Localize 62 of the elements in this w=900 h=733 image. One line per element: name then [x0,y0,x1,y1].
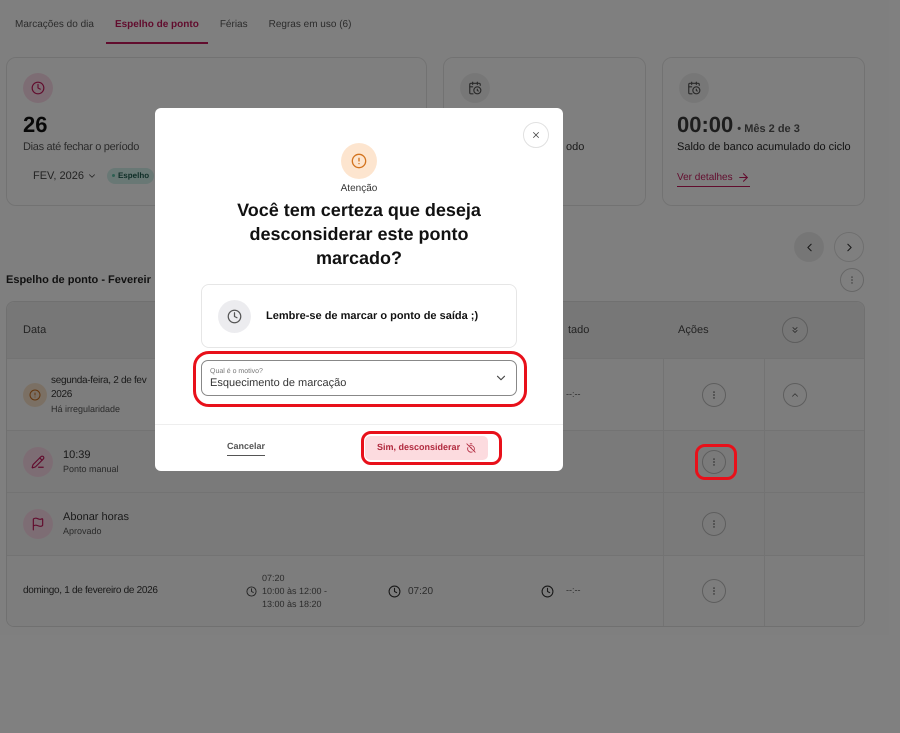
tab[interactable]: Espelho de ponto [106,6,208,44]
calendar-clock-icon [679,73,709,103]
collapse-all-button[interactable] [782,317,808,343]
column-header: Data [23,322,46,338]
column-header: tado [568,322,590,338]
more-button[interactable] [702,579,726,603]
tab[interactable]: Férias [210,6,257,44]
status-text: Há irregularidade [51,402,120,416]
clock-icon [388,584,401,598]
time-mark: 10:00 às 12:00 - [262,584,328,598]
more-button[interactable] [702,382,726,406]
card-value: 00:00 [677,111,734,139]
alert-icon [23,382,47,406]
confirm-button[interactable]: Sim, desconsiderar [365,436,488,460]
cancel-button[interactable]: Cancelar [227,440,266,456]
section-title: Espelho de ponto - Fevereir [6,272,151,288]
alert-label: Atenção [340,182,378,196]
next-button[interactable] [834,232,864,262]
close-icon [531,130,541,140]
details-link[interactable]: Ver detalhes [677,170,750,186]
reminder-text: Lembre-se de marcar o ponto de saída ;) [266,308,478,324]
entry-title: Abonar horas [63,510,130,524]
clock-icon [541,584,554,598]
date-text: 2026 [51,388,72,402]
clock-icon [246,586,257,596]
calendar-clock-icon [460,73,490,103]
card-value: 26 [23,111,48,139]
close-button[interactable] [523,122,549,148]
clock-icon [218,300,251,332]
entry-subtitle: Aprovado [63,525,102,538]
period-dropdown[interactable]: FEV, 2026 [33,168,97,184]
field-value: Esquecimento de marcação [210,376,346,390]
worked-hours: 07:20 [408,584,434,598]
arrow-icon [736,170,750,184]
timer-off-icon [466,443,476,453]
date-text: domingo, 1 de fevereiro de 2026 [23,584,158,598]
result-hours: --:-- [566,584,580,598]
time-mark: 13:00 às 18:20 [262,598,322,610]
column-header: Ações [678,322,709,338]
tab[interactable]: Regras em uso (6) [260,6,360,44]
clock-icon [23,73,53,103]
tab[interactable]: Marcações do dia [6,6,103,44]
status-badge: Espelho [106,168,154,184]
card-caption: Saldo de banco acumulado do ciclo [677,140,851,155]
warning-icon [341,143,377,179]
entry-subtitle: Ponto manual [63,462,119,476]
dialog-title: Você tem certeza que deseja desconsiderar este ponto marcado? [236,199,482,270]
double-chevron-icon [790,325,800,335]
result-hours: --:-- [566,388,580,401]
date-text: segunda-feira, 2 de fev [51,374,146,388]
card-caption: odo [566,140,584,155]
previous-button[interactable] [794,232,824,262]
more-button[interactable] [702,512,726,536]
time-mark: 07:20 [262,572,285,584]
entry-title: 10:39 [63,448,91,462]
collapse-button[interactable] [783,382,807,406]
card-caption: Dias até fechar o período [23,140,140,155]
pencil-icon [23,446,53,476]
more-button[interactable] [702,450,726,474]
cycle-label: • Mês 2 de 3 [737,122,800,137]
flag-icon [23,509,53,539]
more-button[interactable] [840,268,864,292]
